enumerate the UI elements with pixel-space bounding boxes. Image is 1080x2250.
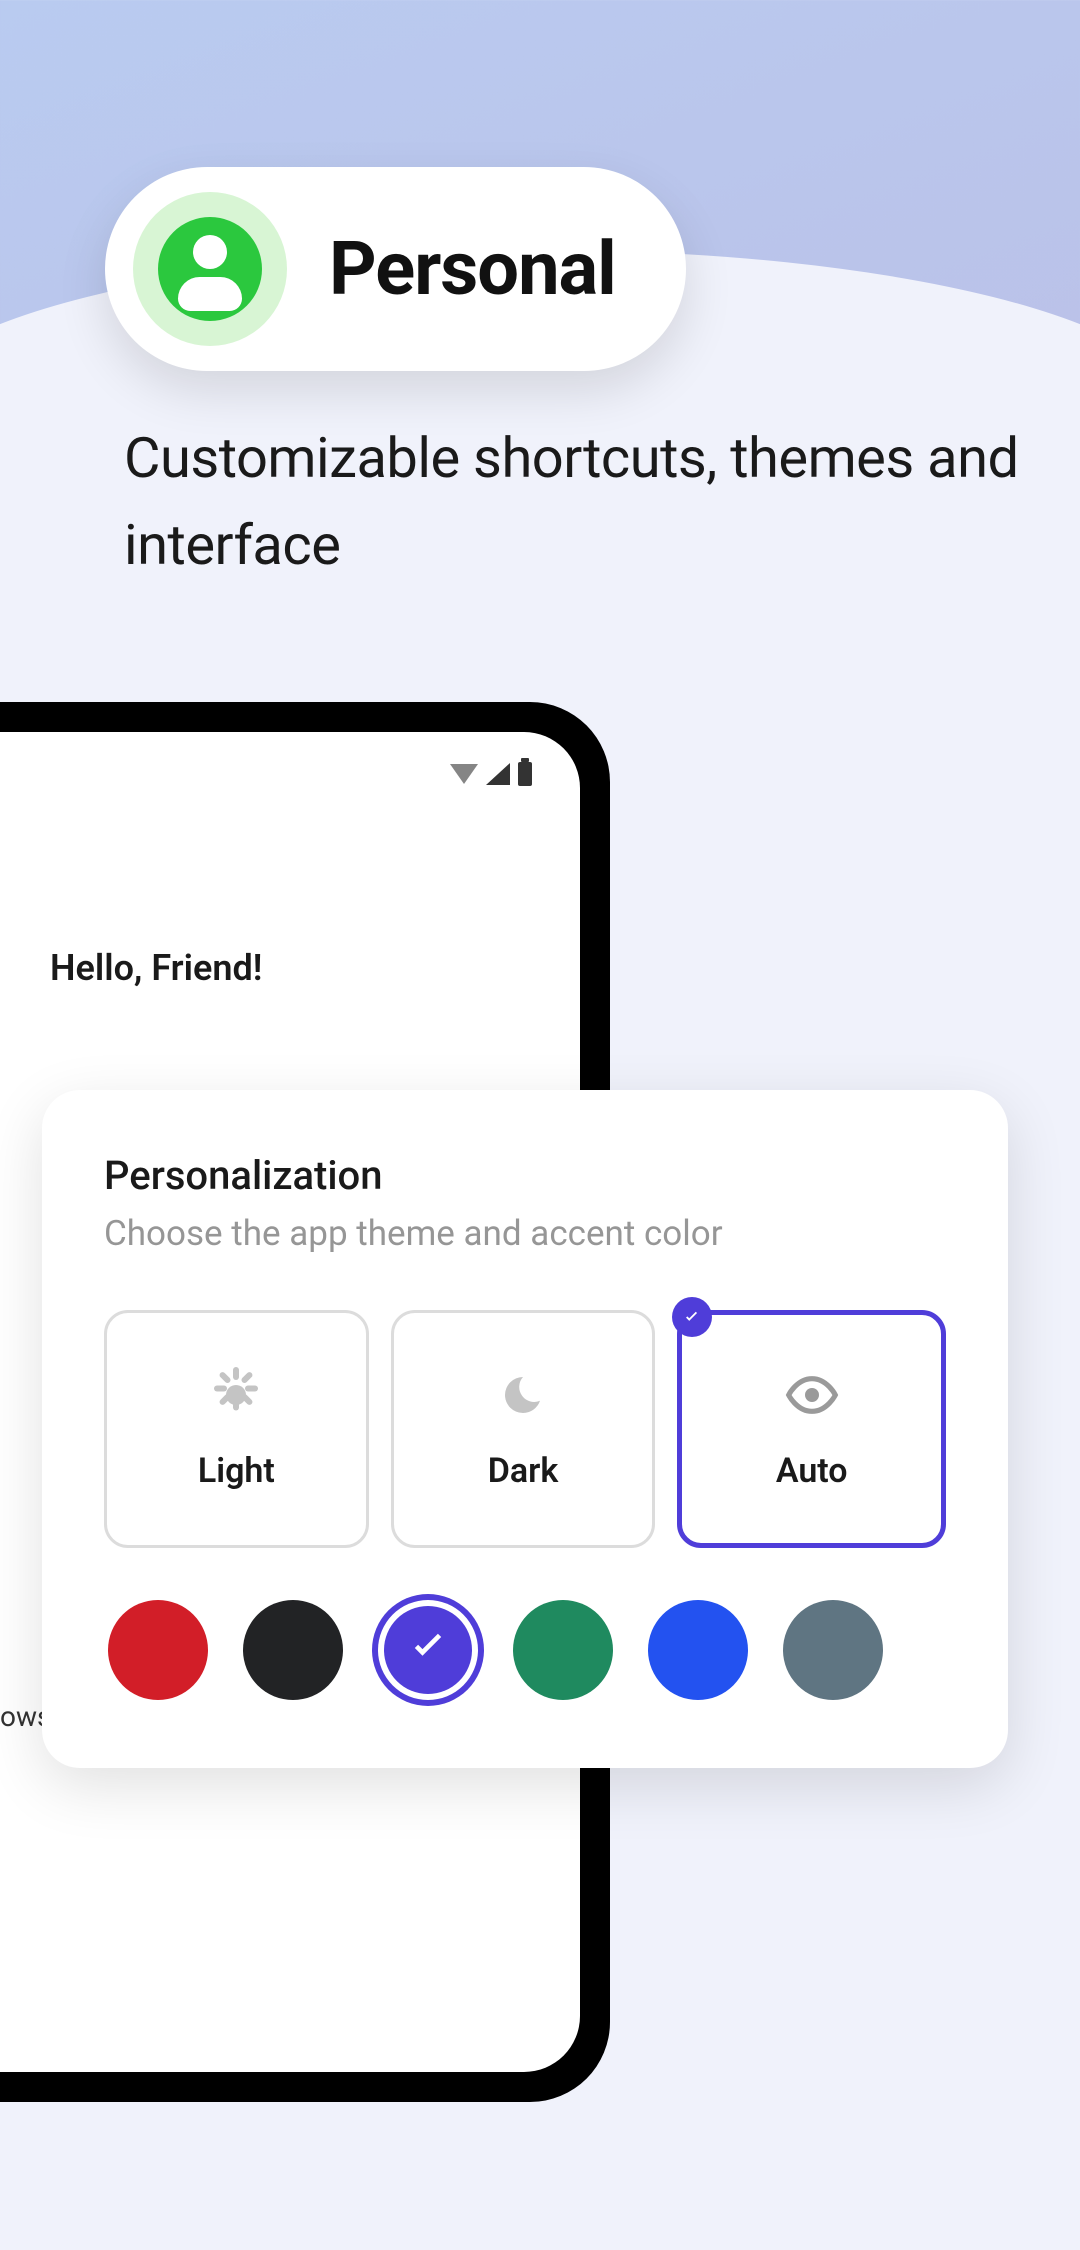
tagline-text: Customizable shortcuts, themes and inter… xyxy=(124,415,1080,589)
status-bar xyxy=(450,762,532,786)
color-swatches xyxy=(104,1600,946,1700)
theme-label: Light xyxy=(198,1451,275,1491)
theme-options: Light Dark Auto xyxy=(104,1310,946,1548)
eye-icon xyxy=(784,1367,840,1423)
greeting-text: Hello, Friend! xyxy=(50,947,262,989)
color-swatch-purple[interactable] xyxy=(384,1606,472,1694)
color-swatch-green[interactable] xyxy=(513,1600,613,1700)
sun-icon xyxy=(208,1367,264,1423)
wifi-icon xyxy=(450,764,478,784)
theme-option-auto[interactable]: Auto xyxy=(677,1310,946,1548)
person-icon xyxy=(133,192,287,346)
color-swatch-red[interactable] xyxy=(108,1600,208,1700)
color-swatch-slate[interactable] xyxy=(783,1600,883,1700)
battery-icon xyxy=(518,762,532,786)
personalization-card: Personalization Choose the app theme and… xyxy=(42,1090,1008,1768)
card-subtitle: Choose the app theme and accent color xyxy=(104,1213,946,1254)
check-icon xyxy=(406,1626,450,1674)
moon-icon xyxy=(495,1367,551,1423)
theme-option-light[interactable]: Light xyxy=(104,1310,369,1548)
personal-pill-label: Personal xyxy=(329,226,616,313)
check-badge-icon xyxy=(672,1297,712,1337)
theme-option-dark[interactable]: Dark xyxy=(391,1310,656,1548)
personal-pill: Personal xyxy=(105,167,686,371)
card-title: Personalization xyxy=(104,1152,946,1199)
color-swatch-black[interactable] xyxy=(243,1600,343,1700)
theme-label: Dark xyxy=(488,1451,559,1491)
signal-icon xyxy=(486,763,510,785)
color-swatch-blue[interactable] xyxy=(648,1600,748,1700)
theme-label: Auto xyxy=(776,1451,848,1491)
